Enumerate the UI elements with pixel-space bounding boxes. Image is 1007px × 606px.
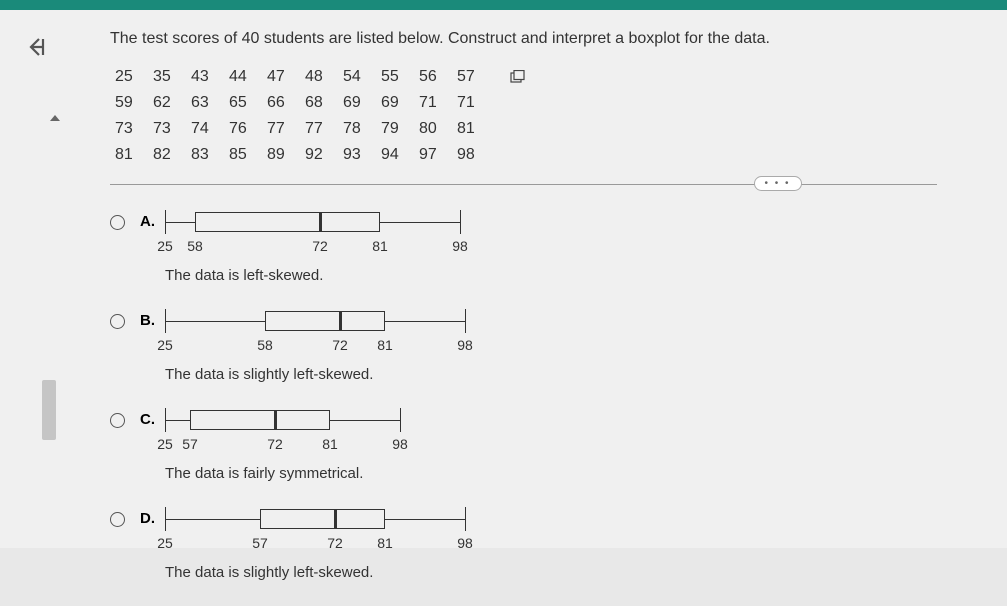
option-c: C. 25 57 72 81 98 The data is fairly sym	[110, 408, 550, 482]
back-arrow-icon[interactable]	[25, 35, 53, 64]
data-cell: 47	[267, 68, 305, 86]
radio-c[interactable]	[110, 413, 125, 428]
data-cell: 94	[381, 146, 419, 164]
data-cell: 71	[419, 94, 457, 112]
data-cell: 81	[457, 120, 495, 138]
tick-label: 98	[452, 238, 468, 254]
data-cell: 66	[267, 94, 305, 112]
data-cell: 89	[267, 146, 305, 164]
option-b: B. 25 58 72 81 98 The data is slightly l	[110, 309, 550, 383]
data-cell: 35	[153, 68, 191, 86]
data-cell: 80	[419, 120, 457, 138]
question-text: The test scores of 40 students are liste…	[110, 30, 987, 48]
divider	[110, 184, 937, 185]
options-grid: A. 25 58 72 81 98 The data is left-skewe	[110, 210, 987, 606]
popout-icon[interactable]	[510, 70, 526, 89]
data-cell: 81	[115, 146, 153, 164]
tick-label: 25	[157, 436, 173, 452]
data-cell: 25	[115, 68, 153, 86]
tick-label: 25	[157, 337, 173, 353]
data-cell: 83	[191, 146, 229, 164]
tick-label: 57	[182, 436, 198, 452]
data-table: 25 35 43 44 47 48 54 55 56 57 59 62 63 6…	[115, 68, 987, 164]
interpretation: The data is fairly symmetrical.	[165, 465, 550, 482]
tick-label: 81	[322, 436, 338, 452]
data-cell: 73	[115, 120, 153, 138]
data-cell: 78	[343, 120, 381, 138]
interpretation: The data is slightly left-skewed.	[165, 366, 550, 383]
tick-label: 98	[457, 337, 473, 353]
data-cell: 76	[229, 120, 267, 138]
tick-label: 81	[377, 337, 393, 353]
data-cell: 48	[305, 68, 343, 86]
data-row: 73 73 74 76 77 77 78 79 80 81	[115, 120, 987, 138]
more-dots-button[interactable]: • • •	[754, 176, 802, 191]
scrollbar-thumb[interactable]	[42, 380, 56, 440]
tick-label: 58	[257, 337, 273, 353]
tick-label: 72	[332, 337, 348, 353]
tick-label: 58	[187, 238, 203, 254]
data-cell: 85	[229, 146, 267, 164]
radio-d[interactable]	[110, 512, 125, 527]
boxplot-b: 25 58 72 81 98	[165, 309, 550, 354]
data-cell: 82	[153, 146, 191, 164]
boxplot-c: 25 57 72 81 98	[165, 408, 550, 453]
caret-up-icon[interactable]	[50, 115, 60, 121]
data-cell: 56	[419, 68, 457, 86]
data-cell: 97	[419, 146, 457, 164]
tick-label: 81	[372, 238, 388, 254]
tick-label: 72	[267, 436, 283, 452]
data-cell: 73	[153, 120, 191, 138]
tick-label: 25	[157, 238, 173, 254]
tick-label: 98	[392, 436, 408, 452]
data-cell: 55	[381, 68, 419, 86]
data-row: 81 82 83 85 89 92 93 94 97 98	[115, 146, 987, 164]
data-cell: 69	[343, 94, 381, 112]
tick-label: 72	[312, 238, 328, 254]
page-content: The test scores of 40 students are liste…	[0, 10, 1007, 548]
data-cell: 69	[381, 94, 419, 112]
data-cell: 57	[457, 68, 495, 86]
data-cell: 79	[381, 120, 419, 138]
option-a: A. 25 58 72 81 98 The data is left-skewe	[110, 210, 550, 284]
boxplot-d: 25 57 72 81 98	[165, 507, 550, 552]
data-cell: 44	[229, 68, 267, 86]
data-cell: 54	[343, 68, 381, 86]
window-titlebar	[0, 0, 1007, 10]
data-cell: 93	[343, 146, 381, 164]
data-cell: 59	[115, 94, 153, 112]
boxplot-a: 25 58 72 81 98	[165, 210, 550, 255]
data-cell: 62	[153, 94, 191, 112]
data-row: 59 62 63 65 66 68 69 69 71 71	[115, 94, 987, 112]
data-cell: 63	[191, 94, 229, 112]
tick-label: 98	[457, 535, 473, 551]
data-cell: 77	[267, 120, 305, 138]
interpretation: The data is left-skewed.	[165, 267, 550, 284]
data-cell: 74	[191, 120, 229, 138]
data-cell: 68	[305, 94, 343, 112]
tick-label: 57	[252, 535, 268, 551]
data-cell: 43	[191, 68, 229, 86]
data-cell: 98	[457, 146, 495, 164]
data-row: 25 35 43 44 47 48 54 55 56 57	[115, 68, 987, 86]
data-cell: 65	[229, 94, 267, 112]
tick-label: 25	[157, 535, 173, 551]
tick-label: 81	[377, 535, 393, 551]
option-d: D. 25 57 72 81 98 The data is slightly l	[110, 507, 550, 581]
radio-a[interactable]	[110, 215, 125, 230]
data-cell: 92	[305, 146, 343, 164]
interpretation: The data is slightly left-skewed.	[165, 564, 550, 581]
data-cell: 77	[305, 120, 343, 138]
radio-b[interactable]	[110, 314, 125, 329]
data-cell: 71	[457, 94, 495, 112]
tick-label: 72	[327, 535, 343, 551]
